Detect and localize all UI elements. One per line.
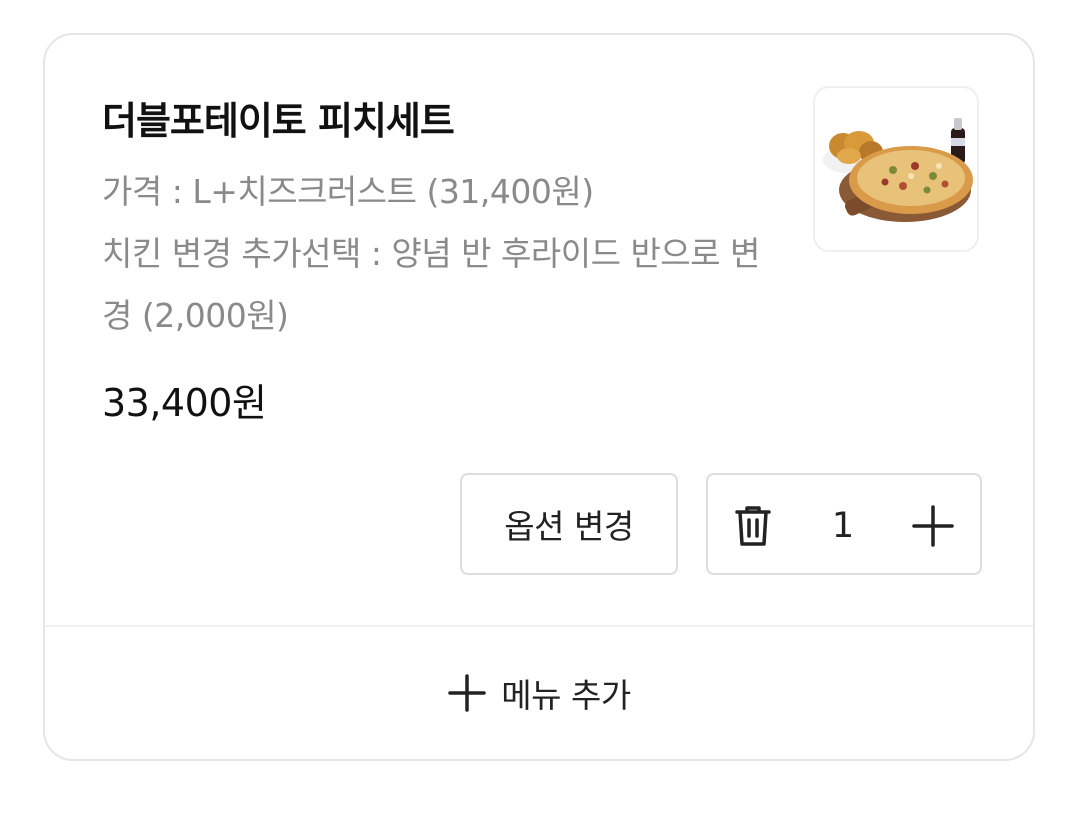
- add-menu-button[interactable]: 메뉴 추가: [45, 627, 1033, 759]
- plus-icon: [448, 674, 487, 712]
- pizza-chicken-set-photo: [823, 118, 973, 222]
- item-option-price: 가격 : L+치즈크러스트 (31,400원): [102, 172, 594, 211]
- quantity-stepper: 1: [706, 473, 982, 575]
- cart-item-card: 더블포테이토 피치세트 가격 : L+치즈크러스트 (31,400원) 치킨 변…: [43, 33, 1035, 761]
- item-thumbnail: [813, 86, 979, 252]
- trash-icon[interactable]: [728, 501, 778, 551]
- item-total-price: 33,400원: [102, 381, 267, 425]
- change-option-button[interactable]: 옵션 변경: [460, 473, 678, 575]
- plus-icon[interactable]: [908, 501, 958, 551]
- change-option-label: 옵션 변경: [504, 507, 634, 546]
- item-name: 더블포테이토 피치세트: [102, 99, 455, 143]
- add-menu-label: 메뉴 추가: [501, 676, 631, 715]
- item-option-chicken: 치킨 변경 추가선택 : 양념 반 후라이드 반으로 변경 (2,000원): [102, 234, 760, 335]
- quantity-value: 1: [831, 506, 855, 546]
